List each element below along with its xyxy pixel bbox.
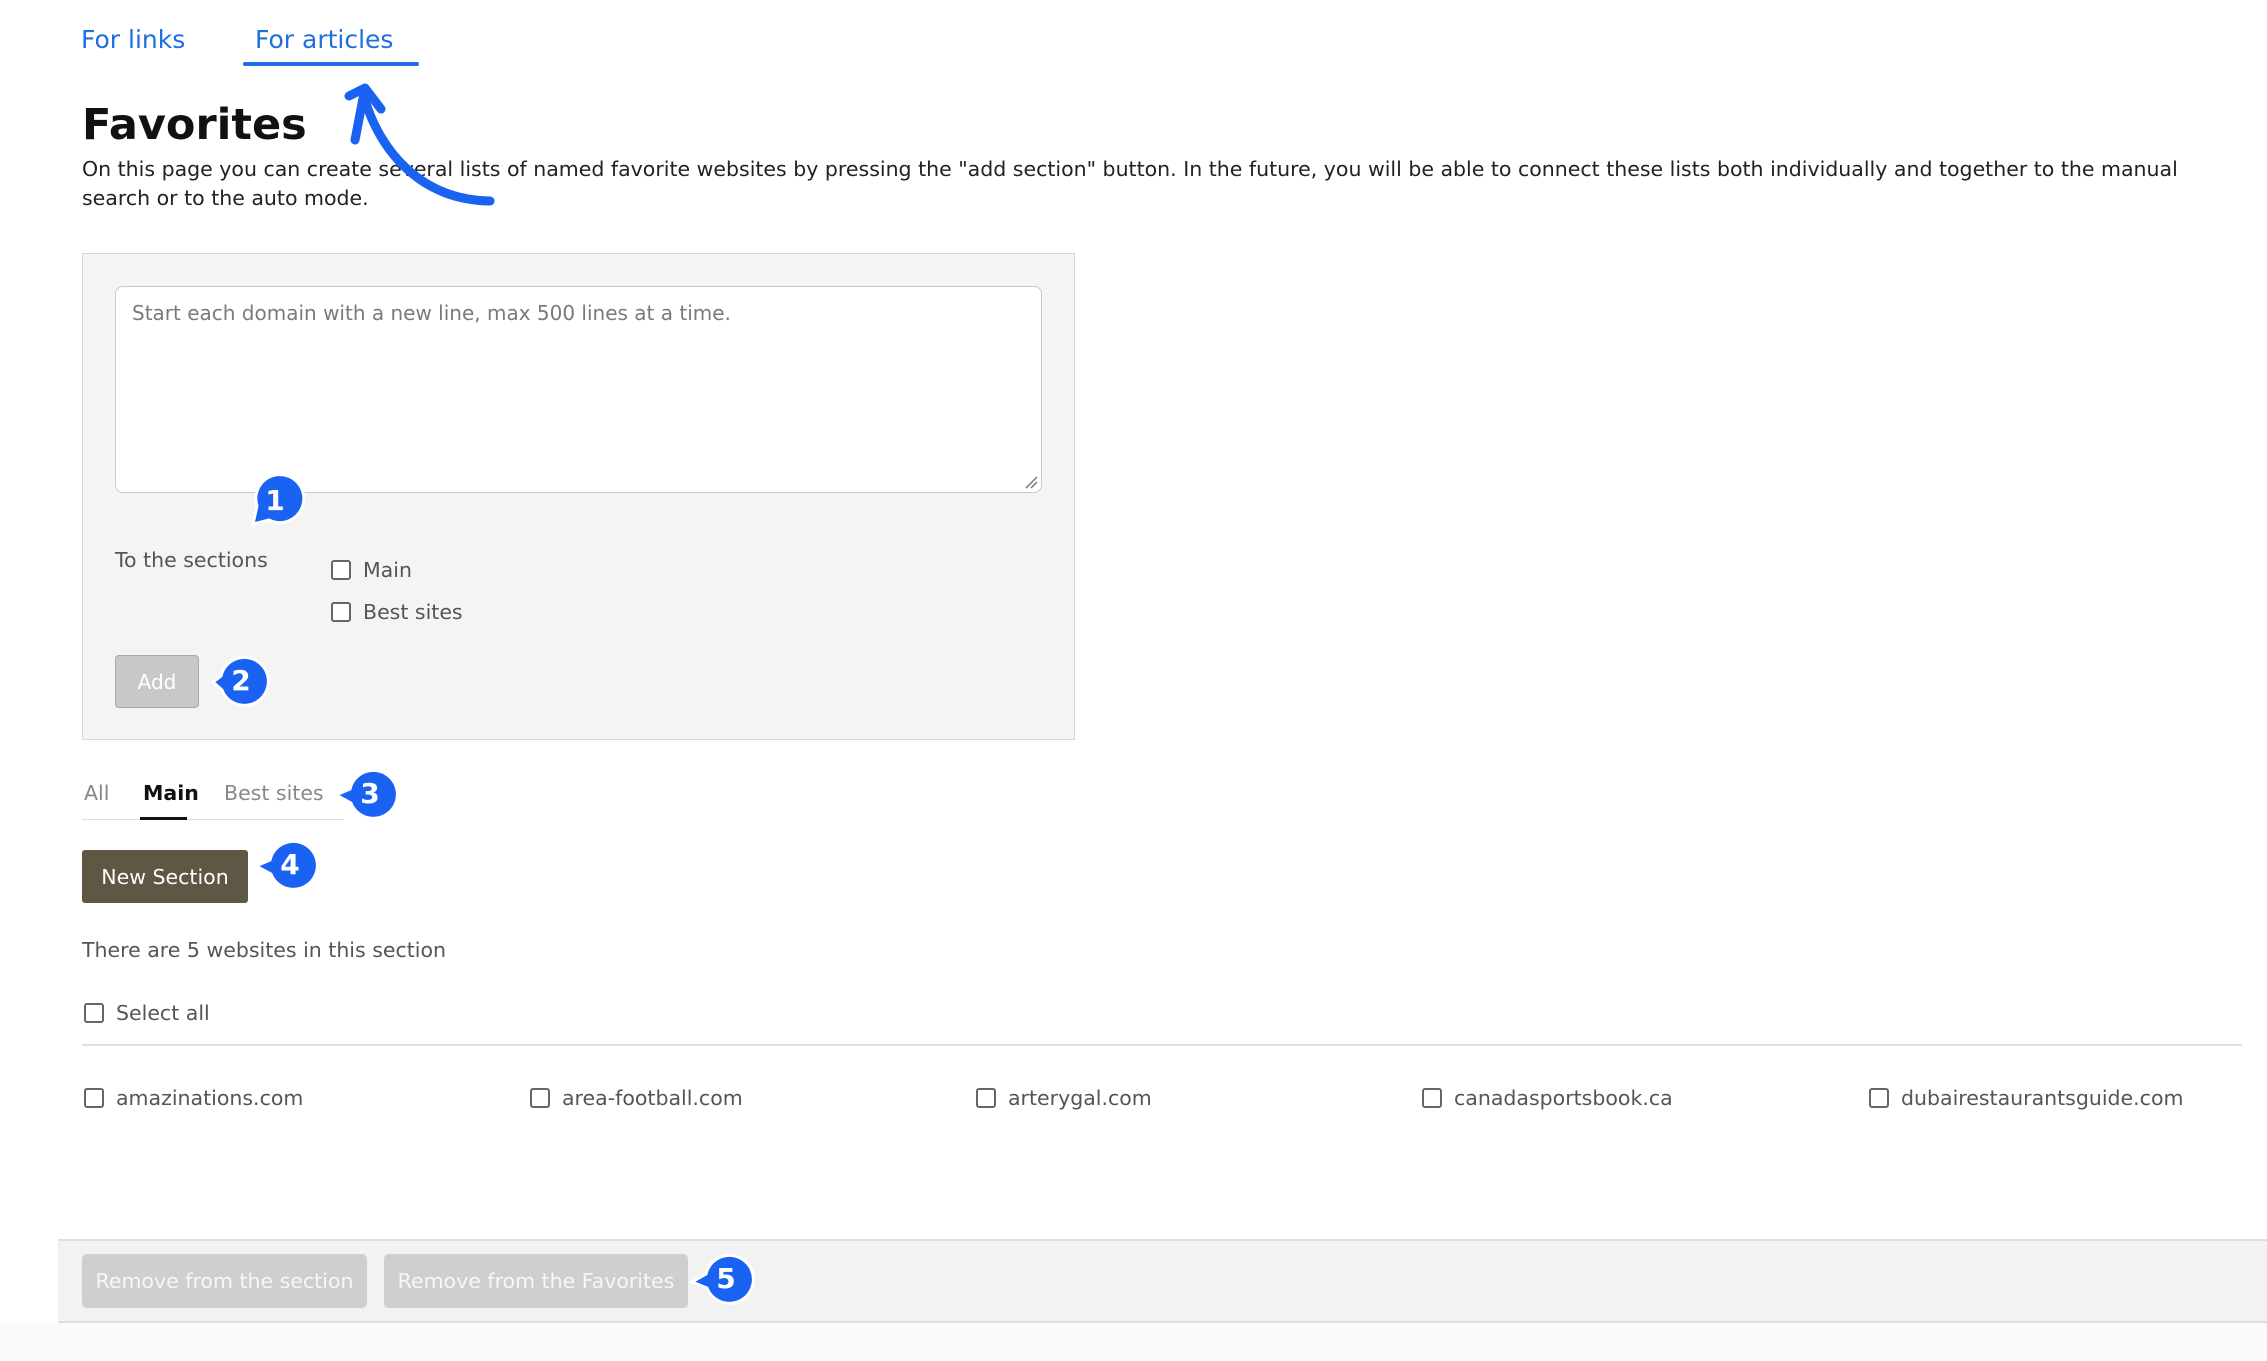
callout-number: 3 <box>360 776 380 810</box>
callout-3-badge: 3 <box>332 765 399 821</box>
callout-5-badge: 5 <box>688 1250 755 1306</box>
annotation-arrow-icon <box>344 83 495 206</box>
callout-number: 2 <box>231 663 251 697</box>
callout-1-badge: 1 <box>247 472 306 528</box>
callout-2-badge: 2 <box>210 652 270 708</box>
callout-number: 1 <box>265 483 285 517</box>
callout-number: 5 <box>716 1261 736 1295</box>
callout-number: 4 <box>280 847 300 881</box>
callout-4-badge: 4 <box>252 836 319 892</box>
